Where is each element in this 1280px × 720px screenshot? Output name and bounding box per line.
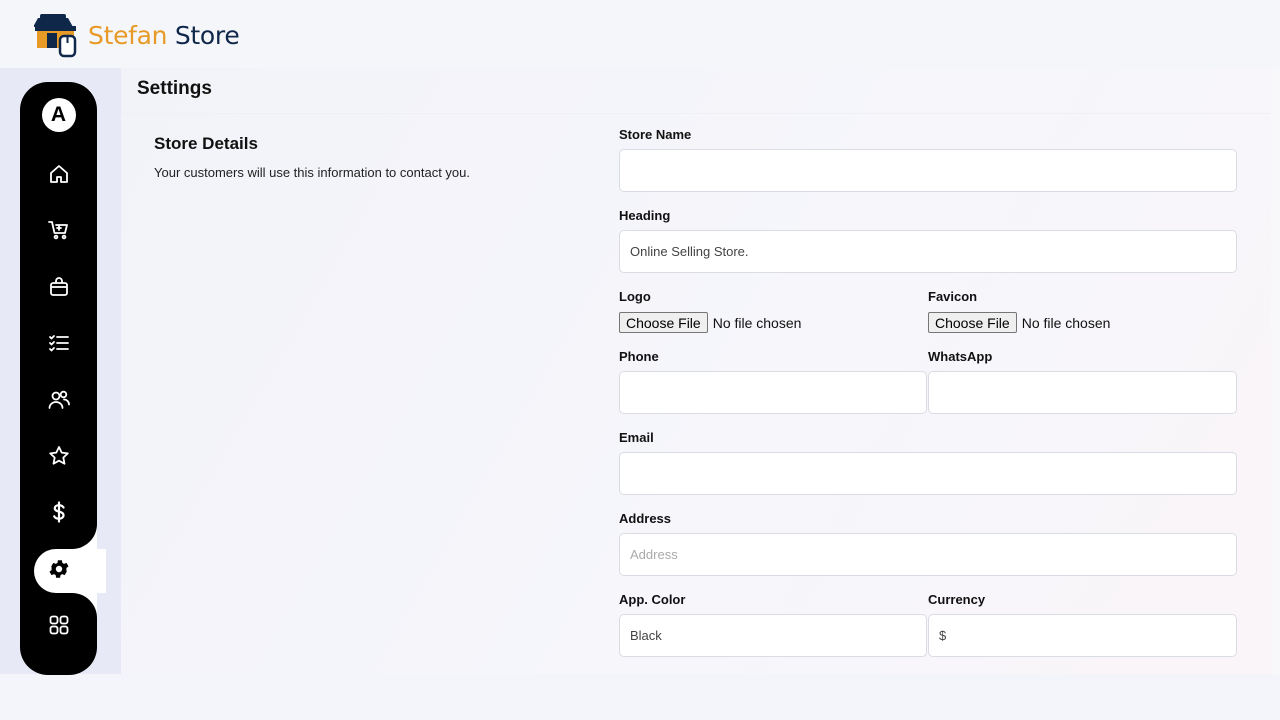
favicon-file-status: No file chosen (1021, 314, 1111, 331)
sidebar-item-finance[interactable] (20, 487, 97, 537)
left-gutter-bottom (0, 674, 121, 720)
scrollbar-track[interactable] (1271, 68, 1280, 674)
brand-name-part1: Stefan (88, 20, 168, 50)
store-name-label: Store Name (619, 127, 692, 142)
section-title: Store Details (154, 134, 258, 153)
logo-file-input: Choose File No file chosen (619, 312, 801, 333)
star-icon (48, 446, 69, 465)
grid-icon (49, 615, 68, 635)
sidebar-item-cart[interactable] (20, 205, 97, 255)
email-input[interactable] (619, 452, 1237, 495)
sidebar-item-orders[interactable] (20, 262, 97, 312)
logo-label: Logo (619, 289, 651, 304)
sidebar-item-profile[interactable]: A (20, 90, 97, 140)
whatsapp-label: WhatsApp (928, 349, 993, 364)
favicon-label: Favicon (928, 289, 978, 304)
logo-choose-file-button[interactable]: Choose File (619, 312, 708, 333)
store-logo-icon (34, 14, 77, 58)
sidebar-item-customers[interactable] (20, 375, 97, 425)
brand-name: Stefan Store (88, 20, 240, 50)
phone-label: Phone (619, 349, 659, 364)
favicon-choose-file-button[interactable]: Choose File (928, 312, 1017, 333)
sidebar-item-tasks[interactable] (20, 318, 97, 368)
whatsapp-input[interactable] (928, 371, 1237, 414)
favicon-file-input: Choose File No file chosen (928, 312, 1110, 333)
users-icon (48, 390, 70, 409)
app-color-label: App. Color (619, 592, 686, 607)
home-icon (49, 165, 68, 183)
brand-name-part2: Store (167, 20, 240, 50)
currency-input[interactable] (928, 614, 1237, 657)
brand[interactable]: Stefan Store (34, 12, 240, 58)
store-name-input[interactable] (619, 149, 1237, 192)
avatar: A (41, 98, 76, 132)
cart-icon (47, 221, 68, 240)
section-description: Your customers will use this information… (154, 165, 470, 180)
sidebar-item-settings[interactable] (34, 544, 84, 594)
heading-label: Heading (619, 208, 671, 223)
address-label: Address (619, 511, 672, 526)
bag-icon (49, 277, 68, 296)
sidebar-item-home[interactable] (20, 149, 97, 199)
phone-input[interactable] (619, 371, 927, 414)
title-divider (121, 113, 1271, 114)
email-label: Email (619, 430, 654, 445)
heading-input[interactable] (619, 230, 1237, 273)
address-input[interactable] (619, 533, 1237, 576)
dollar-icon (52, 501, 65, 523)
currency-label: Currency (928, 592, 986, 607)
sidebar-item-reviews[interactable] (20, 431, 97, 481)
app-color-input[interactable] (619, 614, 927, 657)
checklist-icon (48, 335, 69, 352)
main-bottom-area (121, 674, 1280, 720)
logo-file-status: No file chosen (712, 314, 802, 331)
gear-icon (49, 560, 69, 578)
top-header: Stefan Store (0, 0, 1280, 68)
sidebar-item-apps[interactable] (20, 600, 97, 650)
page-title: Settings (137, 78, 212, 99)
